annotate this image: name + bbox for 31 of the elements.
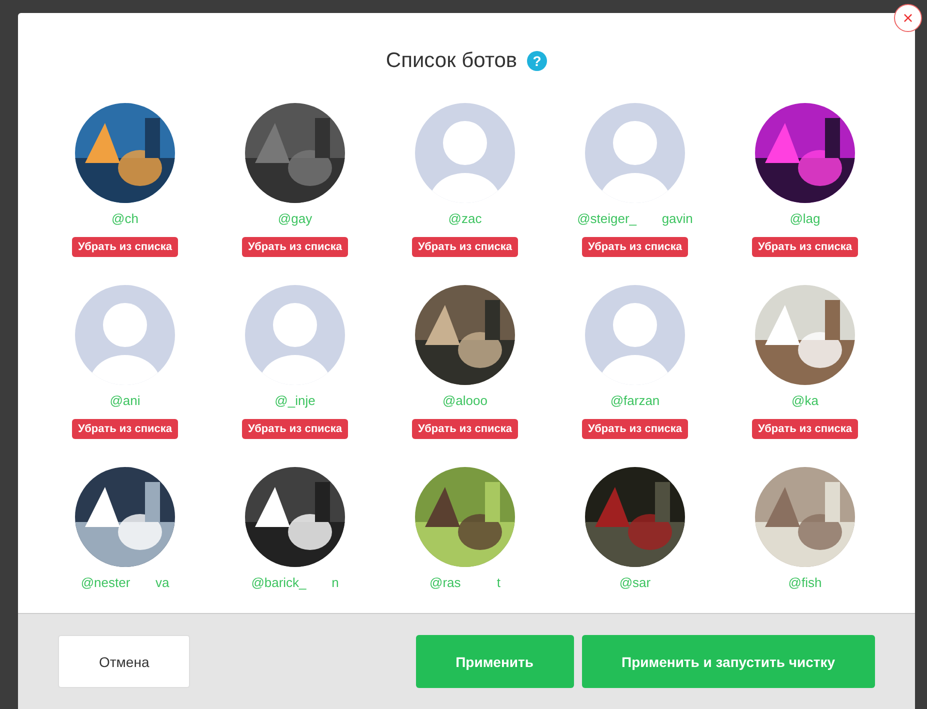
username: @farzan	[610, 393, 660, 408]
username: @nester va	[80, 575, 170, 590]
username: @ani	[110, 393, 140, 408]
apply-button[interactable]: Применить и запустить чистку	[582, 635, 875, 688]
remove-button[interactable]: Убрать из списка	[242, 237, 348, 257]
username: @barick_ n	[251, 575, 339, 590]
remove-button[interactable]: Убрать из списка	[412, 419, 518, 439]
username: @sar	[619, 575, 651, 590]
username: @ras t	[430, 575, 500, 590]
username: @gay	[278, 211, 312, 226]
username: @ch	[112, 211, 138, 226]
username: @lag	[790, 211, 820, 226]
remove-button[interactable]: Убрать из списка	[242, 419, 348, 439]
remove-button[interactable]: Убрать из списка	[582, 419, 688, 439]
remove-button[interactable]: Убрать из списка	[752, 419, 858, 439]
remove-button[interactable]: Убрать из списка	[752, 237, 858, 257]
remove-button[interactable]: Убрать из списка	[412, 237, 518, 257]
username: @_inje	[274, 393, 316, 408]
username: @alooo	[442, 393, 488, 408]
username: @zac	[448, 211, 482, 226]
dialog-title: Список ботов	[386, 49, 518, 73]
username: @ka	[792, 393, 818, 408]
remove-button[interactable]: Убрать из списка	[582, 237, 688, 257]
close-button[interactable]: ×	[894, 4, 922, 32]
remove-button[interactable]: Убрать из списка	[72, 419, 178, 439]
help-icon[interactable]: ?	[527, 51, 548, 71]
cancel-button[interactable]: Отмена	[58, 635, 190, 688]
remove-button[interactable]: Убрать из списка	[72, 237, 178, 257]
apply-button[interactable]: Применить	[416, 635, 574, 688]
username: @steiger_ gavin	[577, 211, 693, 226]
username: @fish	[788, 575, 822, 590]
